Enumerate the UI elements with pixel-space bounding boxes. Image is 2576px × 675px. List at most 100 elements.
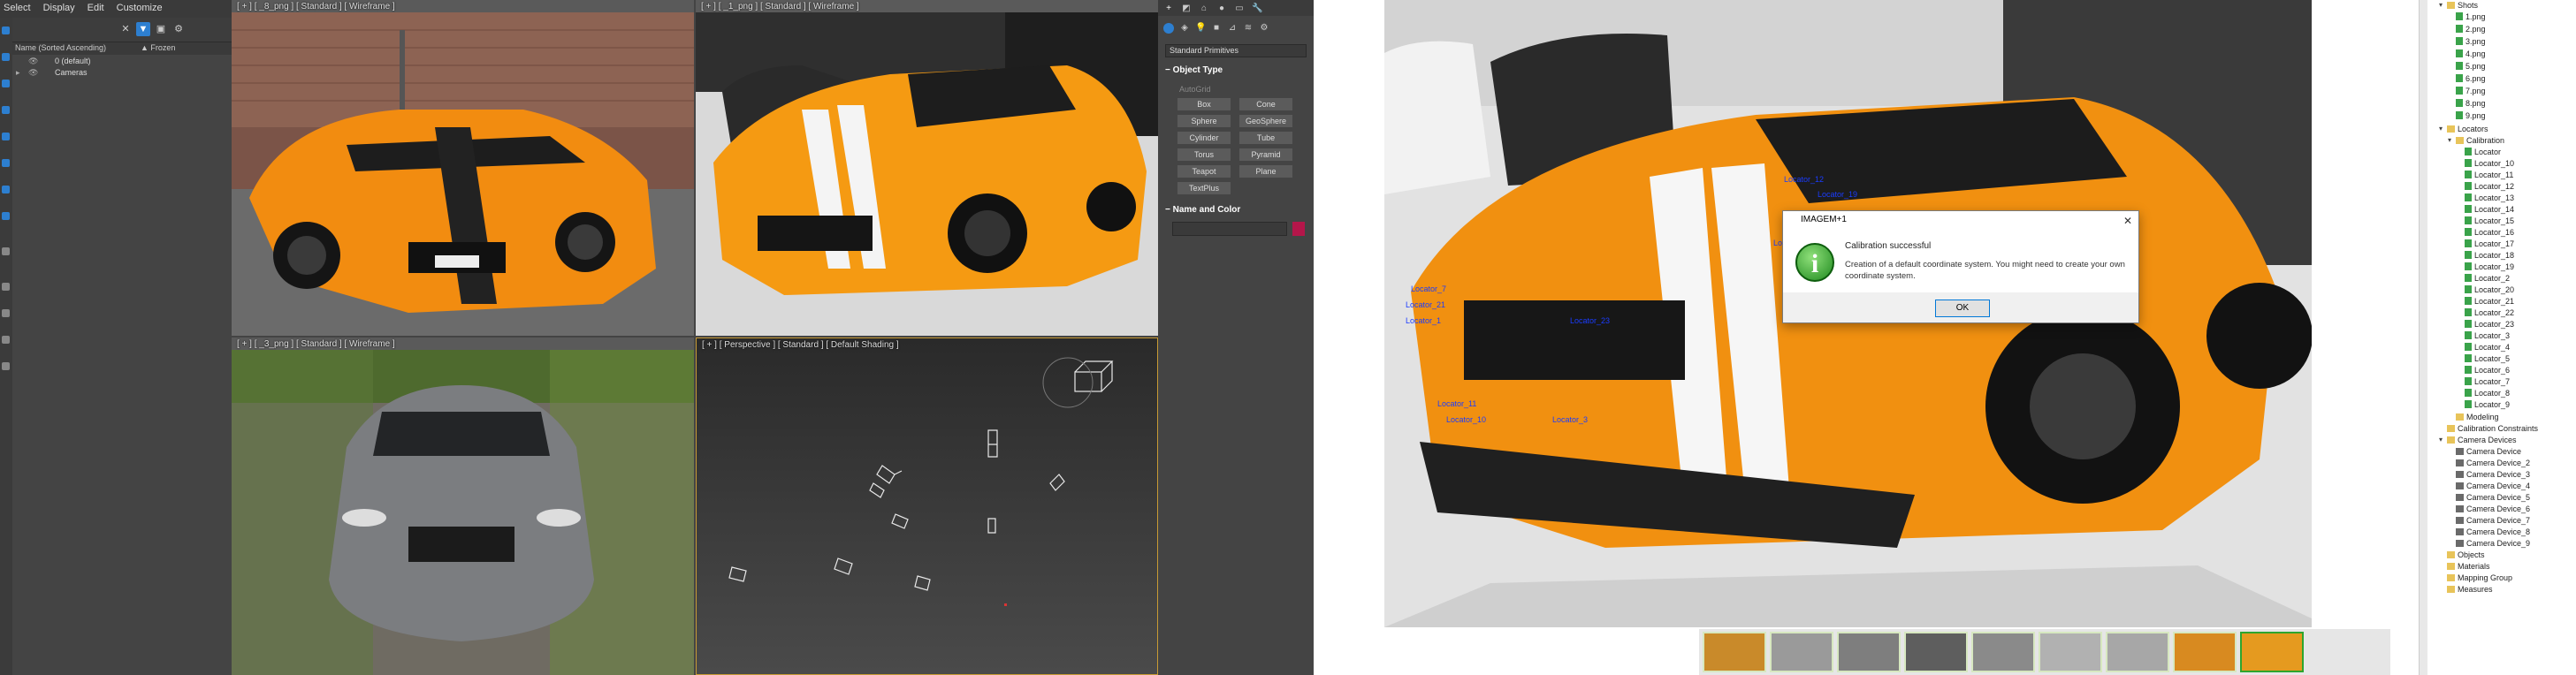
primitive-type-dropdown[interactable]: Standard Primitives [1165,44,1307,57]
shot-thumbnail[interactable] [2173,632,2237,672]
tree-item-locator[interactable]: Locator_20 [2465,284,2514,295]
object-type-rollout-title[interactable]: − Object Type [1165,65,1307,75]
viewport-label[interactable]: [ + ] [ _3_png ] [ Standard ] [ Wirefram… [237,339,395,349]
shot-thumbnail[interactable] [1971,632,2035,672]
tree-item-locator[interactable]: Locator_21 [2465,296,2514,307]
tree-item-folder[interactable]: Mapping Group [2447,573,2512,583]
tool-icon[interactable] [2,27,10,34]
tree-item-locator[interactable]: Locator_23 [2465,319,2514,330]
hierarchy-tab-icon[interactable]: ⌂ [1199,4,1209,14]
image-locator-label[interactable]: Locator_21 [1406,300,1445,309]
tree-item-camera[interactable]: Camera Device_2 [2456,458,2530,468]
torus-button[interactable]: Torus [1177,148,1231,161]
image-locator-label[interactable]: Locator_23 [1570,316,1610,325]
viewport-bottom-left[interactable]: [ + ] [ _3_png ] [ Standard ] [ Wirefram… [232,338,694,675]
tree-item-locator[interactable]: Locator_9 [2465,399,2510,410]
tree-item-shot[interactable]: 9.png [2456,110,2486,121]
tree-item-locator[interactable]: Locator_4 [2465,342,2510,353]
tree-item-shot[interactable]: 2.png [2456,24,2486,34]
tree-item-locator[interactable]: Locator_15 [2465,216,2514,226]
tree-item-folder[interactable]: Measures [2447,584,2493,595]
tree-item-folder[interactable]: Materials [2447,561,2490,572]
collapse-icon[interactable]: ▾ [2439,124,2443,134]
box-button[interactable]: Box [1177,98,1231,110]
tree-item-locator[interactable]: Locator_8 [2465,388,2510,398]
tool-icon[interactable] [2,212,10,220]
tree-item-locator[interactable]: Locator_12 [2465,181,2514,192]
tool-icon[interactable] [2,309,10,317]
tree-item-shots[interactable]: ▾ Shots [2439,0,2478,11]
systems-icon[interactable]: ⚙ [1259,23,1269,34]
tree-item-shot[interactable]: 4.png [2456,49,2486,59]
tree-item-calibration[interactable]: ▾ Calibration [2448,135,2504,146]
tree-item-camera[interactable]: Camera Device_4 [2456,481,2530,491]
collapse-icon[interactable]: ▾ [2448,135,2451,146]
tool-icon[interactable] [2,53,10,61]
tool-icon[interactable] [2,283,10,291]
options-icon[interactable]: ⚙ [171,22,186,36]
helpers-icon[interactable]: ⊿ [1227,23,1238,34]
tree-item-locator[interactable]: Locator_3 [2465,330,2510,341]
close-icon[interactable]: ✕ [118,22,133,36]
lights-icon[interactable]: 💡 [1195,23,1206,34]
image-locator-label[interactable]: Locator_7 [1411,284,1446,293]
geosphere-button[interactable]: GeoSphere [1239,115,1292,127]
lock-icon[interactable]: ▣ [154,22,168,36]
tree-item-locator[interactable]: Locator_11 [2465,170,2513,180]
tree-item-locator[interactable]: Locator_19 [2465,262,2514,272]
shot-thumbnail[interactable] [1770,632,1833,672]
ok-button[interactable]: OK [1935,300,1990,317]
menu-edit[interactable]: Edit [88,3,104,15]
shapes-icon[interactable]: ◈ [1179,23,1190,34]
tree-item-locator[interactable]: Locator_17 [2465,239,2514,249]
tool-icon[interactable] [2,362,10,370]
menu-display[interactable]: Display [43,3,75,15]
shot-thumbnail[interactable] [1904,632,1968,672]
shot-thumbnail[interactable] [2039,632,2102,672]
viewport-label[interactable]: [ + ] [ _8_png ] [ Standard ] [ Wirefram… [237,2,395,11]
close-icon[interactable]: ✕ [2121,214,2135,228]
collapse-icon[interactable]: ▾ [2439,0,2443,11]
tool-icon[interactable] [2,186,10,193]
autogrid-checkbox[interactable]: AutoGrid [1179,85,1211,94]
object-color-swatch[interactable] [1292,222,1305,236]
tree-item-shot[interactable]: 1.png [2456,11,2486,22]
tree-item-locator[interactable]: Locator_10 [2465,158,2514,169]
viewport-perspective[interactable]: [ + ] [ Perspective ] [ Standard ] [ Def… [696,338,1158,675]
tree-item-modeling[interactable]: Modeling [2456,412,2499,422]
tree-item-locators[interactable]: ▾ Locators [2439,124,2488,134]
viewport-label[interactable]: [ + ] [ _1_png ] [ Standard ] [ Wirefram… [701,2,859,11]
image-locator-label[interactable]: Locator_3 [1552,415,1588,424]
cone-button[interactable]: Cone [1239,98,1292,110]
modify-tab-icon[interactable]: ◩ [1181,4,1192,14]
cylinder-button[interactable]: Cylinder [1177,132,1231,144]
tree-item-shot[interactable]: 5.png [2456,61,2486,72]
sphere-button[interactable]: Sphere [1177,115,1231,127]
tree-item-locator[interactable]: Locator_7 [2465,376,2510,387]
tree-item-camera[interactable]: Camera Device_6 [2456,504,2530,514]
tree-item-locator[interactable]: Locator [2465,147,2501,157]
collapse-icon[interactable]: ▾ [2439,435,2443,445]
menu-customize[interactable]: Customize [117,3,163,15]
tree-item-camera[interactable]: Camera Device_3 [2456,469,2530,480]
tree-item-shot[interactable]: 7.png [2456,86,2486,96]
tree-item-locator[interactable]: Locator_2 [2465,273,2510,284]
image-locator-label[interactable]: Locator_11 [1437,399,1476,408]
tree-item-locator[interactable]: Locator_22 [2465,307,2514,318]
tree-item-camera[interactable]: Camera Device_9 [2456,538,2530,549]
image-locator-label[interactable]: Locator_12 [1784,175,1824,184]
textplus-button[interactable]: TextPlus [1177,182,1231,194]
tree-item-camera-devices[interactable]: ▾ Camera Devices [2439,435,2517,445]
tree-item-locator[interactable]: Locator_13 [2465,193,2514,203]
tree-item-shot[interactable]: 3.png [2456,36,2486,47]
shot-thumbnail-selected[interactable] [2240,632,2304,672]
tool-icon[interactable] [2,247,10,255]
viewport-top-right[interactable]: [ + ] [ _1_png ] [ Standard ] [ Wirefram… [696,0,1158,336]
column-frozen[interactable]: ▲ Frozen [141,43,175,52]
object-name-field[interactable] [1172,222,1287,236]
tree-item-calibration-constraints[interactable]: Calibration Constraints [2447,423,2538,434]
tree-item-locator[interactable]: Locator_6 [2465,365,2510,375]
image-locator-label[interactable]: Locator_1 [1406,316,1441,325]
create-tab-icon[interactable]: + [1163,4,1174,14]
spacewarps-icon[interactable]: ≋ [1243,23,1254,34]
